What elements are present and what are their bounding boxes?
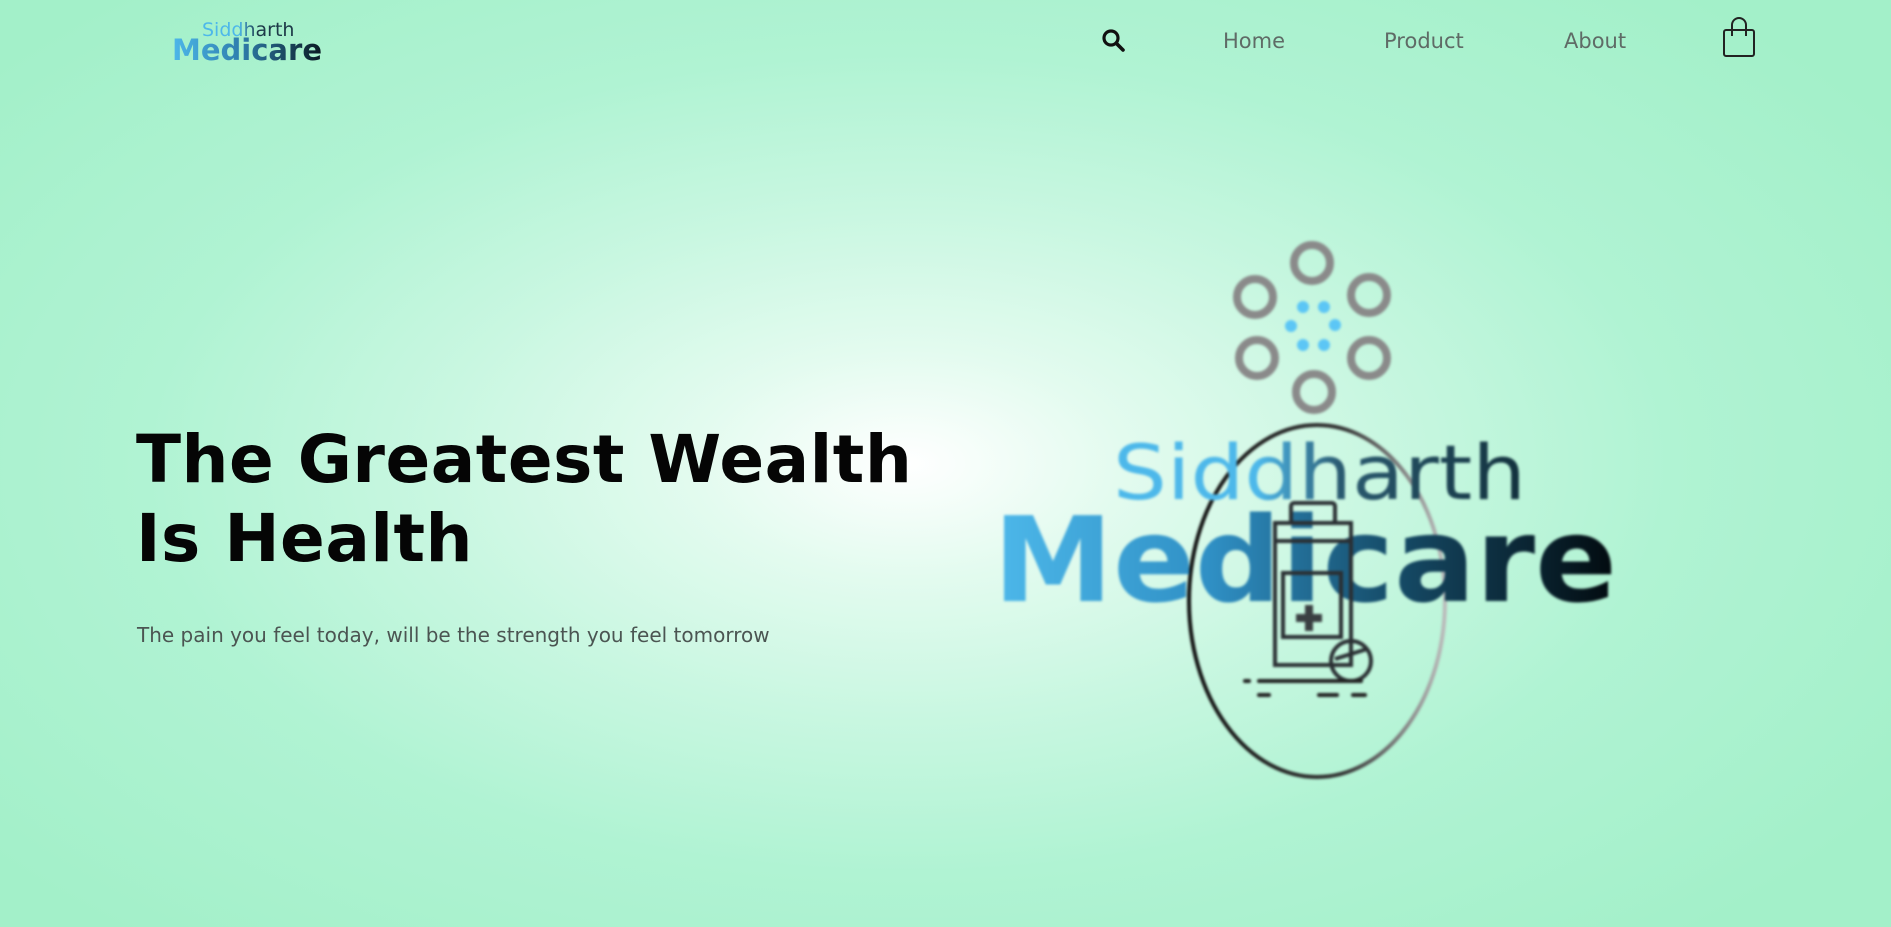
cart-button[interactable] xyxy=(1722,16,1756,58)
hero-title: The Greatest Wealth Is Health xyxy=(136,420,913,578)
shopping-bag-icon xyxy=(1723,17,1755,57)
hero-title-line2: Is Health xyxy=(136,500,474,577)
ground-lines xyxy=(1243,679,1367,697)
rings-icon xyxy=(1233,241,1391,414)
brand-logo[interactable]: Siddharth Medicare xyxy=(172,18,324,66)
dots-icon xyxy=(1285,301,1341,351)
hero-brand-logo: Siddharth Medicare xyxy=(985,235,1625,790)
hero-title-line1: The Greatest Wealth xyxy=(136,421,913,498)
nav-product[interactable]: Product xyxy=(1384,27,1464,55)
nav-home[interactable]: Home xyxy=(1223,27,1285,55)
hero-subtitle: The pain you feel today, will be the str… xyxy=(137,623,770,647)
search-icon xyxy=(1102,29,1125,52)
brand-logo-line2: Medicare xyxy=(172,33,322,66)
search-button[interactable] xyxy=(1101,28,1127,54)
nav-about[interactable]: About xyxy=(1564,27,1626,55)
